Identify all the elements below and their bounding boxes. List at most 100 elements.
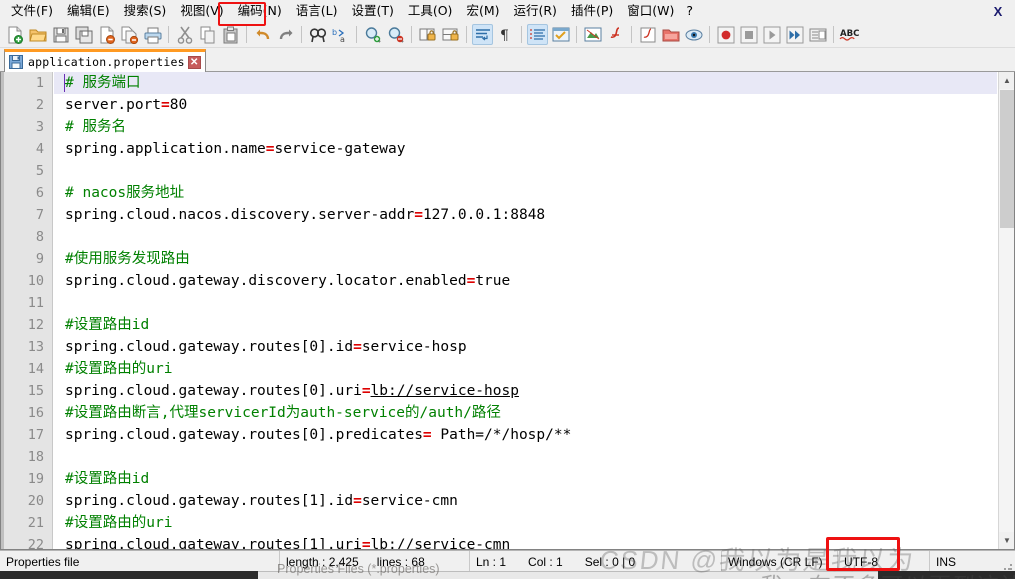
show-ui-icon[interactable]: [550, 24, 571, 45]
code-line[interactable]: #设置路由的uri: [54, 358, 997, 380]
find-icon[interactable]: [307, 24, 328, 45]
word-wrap-icon[interactable]: [472, 24, 493, 45]
code-line[interactable]: #设置路由断言,代理servicerId为auth-service的/auth/…: [54, 402, 997, 424]
property-value: 80: [169, 97, 188, 113]
code-line[interactable]: #设置路由id: [54, 468, 997, 490]
property-value[interactable]: lb://service-cmn: [371, 537, 511, 549]
property-equals: =: [361, 537, 371, 549]
code-comment: #设置路由的uri: [65, 515, 173, 531]
code-editor[interactable]: 1 2 3 4 5 6 7 8 9 10 11 12 13 14 15 16 17 18 19 20 21 22 # 服务…: [0, 72, 1015, 550]
print-icon[interactable]: [142, 24, 163, 45]
code-line[interactable]: spring.application.name=service-gateway: [54, 138, 997, 160]
save-all-icon[interactable]: [73, 24, 94, 45]
document-map-icon[interactable]: [637, 24, 658, 45]
fast-play-macro-icon[interactable]: [784, 24, 805, 45]
menu-run[interactable]: 运行(R): [506, 1, 563, 21]
function-list-icon[interactable]: [605, 24, 626, 45]
menu-help[interactable]: ?: [681, 1, 698, 21]
menu-view[interactable]: 视图(V): [173, 1, 230, 21]
menu-settings[interactable]: 设置(T): [344, 1, 400, 21]
replace-icon[interactable]: b a: [330, 24, 351, 45]
code-line[interactable]: [54, 446, 997, 468]
code-line[interactable]: spring.cloud.gateway.routes[1].uri=lb://…: [54, 534, 997, 549]
property-equals: =: [422, 427, 432, 443]
show-all-chars-icon[interactable]: ¶: [495, 24, 516, 45]
vertical-scrollbar[interactable]: ▲ ▼: [998, 72, 1014, 549]
undo-icon[interactable]: [252, 24, 273, 45]
close-all-icon[interactable]: [119, 24, 140, 45]
open-file-icon[interactable]: [27, 24, 48, 45]
line-number: 14: [27, 361, 44, 377]
record-macro-icon[interactable]: [715, 24, 736, 45]
folder-as-workspace-icon[interactable]: [660, 24, 681, 45]
code-line[interactable]: # 服务名: [54, 116, 997, 138]
user-define-dialog-icon[interactable]: [582, 24, 603, 45]
menu-search[interactable]: 搜索(S): [117, 1, 174, 21]
menu-encoding[interactable]: 编码(N): [231, 1, 289, 21]
play-macro-icon[interactable]: [761, 24, 782, 45]
resize-grip-icon[interactable]: [1003, 561, 1013, 571]
line-number: 9: [35, 251, 44, 267]
menu-edit[interactable]: 编辑(E): [60, 1, 117, 21]
code-line[interactable]: spring.cloud.gateway.routes[0].uri=lb://…: [54, 380, 997, 402]
code-line[interactable]: # 服务端口: [54, 72, 997, 94]
code-line[interactable]: server.port=80: [54, 94, 997, 116]
menu-macro[interactable]: 宏(M): [459, 1, 506, 21]
menu-tools[interactable]: 工具(O): [401, 1, 460, 21]
code-line[interactable]: spring.cloud.gateway.routes[1].id=servic…: [54, 490, 997, 512]
status-sel: Sel : 0 | 0: [584, 555, 636, 569]
close-file-icon[interactable]: [96, 24, 117, 45]
sync-horizontal-icon[interactable]: [440, 24, 461, 45]
code-line[interactable]: #设置路由id: [54, 314, 997, 336]
code-content[interactable]: # 服务端口 server.port=80 # 服务名 spring.applicat…: [54, 72, 997, 549]
line-number: 10: [27, 273, 44, 289]
spell-check-icon[interactable]: ABC: [839, 24, 860, 45]
document-list-icon[interactable]: [683, 24, 704, 45]
new-file-icon[interactable]: [4, 24, 25, 45]
stop-record-icon[interactable]: [738, 24, 759, 45]
copy-icon[interactable]: [197, 24, 218, 45]
property-key: spring.cloud.gateway.routes[0].uri: [65, 383, 362, 399]
code-line[interactable]: #设置路由的uri: [54, 512, 997, 534]
toolbar-separator: [631, 26, 632, 43]
zoom-out-icon[interactable]: [385, 24, 406, 45]
line-number: 5: [35, 163, 44, 179]
scroll-down-arrow-icon[interactable]: ▼: [999, 532, 1014, 549]
property-key: server.port: [65, 97, 162, 113]
line-number: 3: [35, 119, 44, 135]
indent-guide-icon[interactable]: [527, 24, 548, 45]
code-line[interactable]: # nacos服务地址: [54, 182, 997, 204]
code-line[interactable]: [54, 226, 997, 248]
code-line[interactable]: [54, 292, 997, 314]
save-icon[interactable]: [50, 24, 71, 45]
tab-close-icon[interactable]: ✕: [187, 55, 201, 69]
sync-vertical-icon[interactable]: [417, 24, 438, 45]
code-line[interactable]: spring.cloud.gateway.discovery.locator.e…: [54, 270, 997, 292]
scroll-up-arrow-icon[interactable]: ▲: [999, 72, 1014, 89]
toolbar-separator: [576, 26, 577, 43]
tab-application-properties[interactable]: application.properties ✕: [4, 49, 206, 72]
toolbar-separator: [521, 26, 522, 43]
menu-language[interactable]: 语言(L): [289, 1, 345, 21]
save-macro-icon[interactable]: [807, 24, 828, 45]
window-close-button[interactable]: X: [987, 2, 1009, 20]
menu-plugins[interactable]: 插件(P): [564, 1, 620, 21]
svg-text:¶: ¶: [500, 28, 509, 44]
property-key: spring.cloud.gateway.routes[0].predicate…: [65, 427, 423, 443]
zoom-in-icon[interactable]: [362, 24, 383, 45]
redo-icon[interactable]: [275, 24, 296, 45]
code-line[interactable]: spring.cloud.gateway.routes[0].id=servic…: [54, 336, 997, 358]
menu-window[interactable]: 窗口(W): [620, 1, 681, 21]
code-line[interactable]: spring.cloud.nacos.discovery.server-addr…: [54, 204, 997, 226]
line-number-gutter: 1 2 3 4 5 6 7 8 9 10 11 12 13 14 15 16 17 18 19 20 21 22: [1, 72, 53, 549]
floppy-save-icon: [9, 55, 23, 69]
code-line[interactable]: #使用服务发现路由: [54, 248, 997, 270]
menu-file[interactable]: 文件(F): [4, 1, 60, 21]
cut-icon[interactable]: [174, 24, 195, 45]
code-line[interactable]: spring.cloud.gateway.routes[0].predicate…: [54, 424, 997, 446]
code-line[interactable]: [54, 160, 997, 182]
code-comment: #设置路由断言,代理servicerId为auth-service的/auth/…: [65, 405, 501, 421]
vertical-scrollbar-thumb[interactable]: [1000, 90, 1014, 228]
property-value[interactable]: lb://service-hosp: [371, 383, 519, 399]
paste-icon[interactable]: [220, 24, 241, 45]
